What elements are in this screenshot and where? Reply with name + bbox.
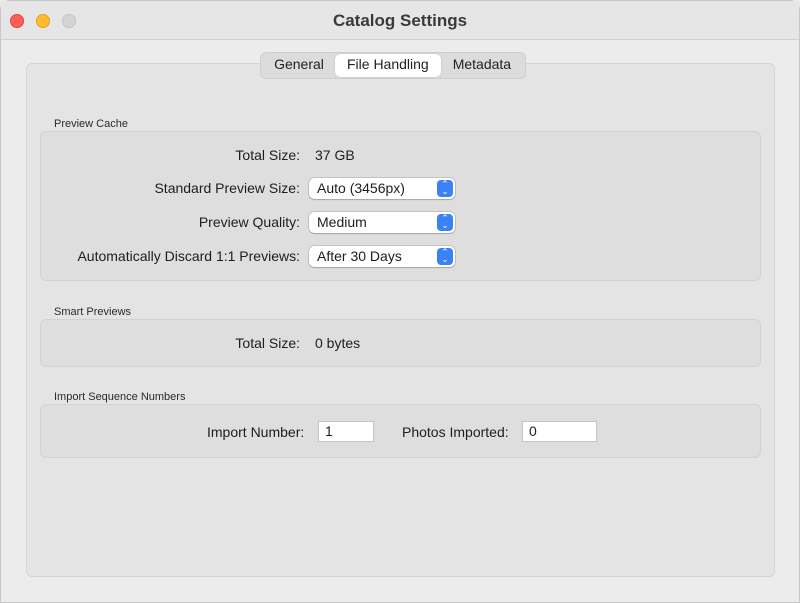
import-sequence-section-label: Import Sequence Numbers xyxy=(54,391,186,403)
title-bar[interactable]: Catalog Settings xyxy=(1,1,799,40)
preview-cache-total-size-label: Total Size: xyxy=(235,147,300,163)
photos-imported-field[interactable]: 0 xyxy=(522,421,597,442)
up-down-chevron-icon: ⌃ ⌄ xyxy=(437,248,453,265)
smart-previews-total-size-label: Total Size: xyxy=(235,335,300,351)
catalog-settings-window: Catalog Settings General File Handling M… xyxy=(0,0,800,603)
tab-metadata[interactable]: Metadata xyxy=(441,54,523,77)
tab-file-handling[interactable]: File Handling xyxy=(335,54,441,77)
discard-previews-label: Automatically Discard 1:1 Previews: xyxy=(77,248,300,264)
discard-previews-select[interactable]: After 30 Days ⌃ ⌄ xyxy=(309,246,455,267)
photos-imported-label: Photos Imported: xyxy=(402,424,509,440)
standard-preview-size-value: Auto (3456px) xyxy=(317,180,405,196)
preview-quality-value: Medium xyxy=(317,214,367,230)
preview-cache-section-label: Preview Cache xyxy=(54,118,128,130)
discard-previews-value: After 30 Days xyxy=(317,248,402,264)
preview-quality-select[interactable]: Medium ⌃ ⌄ xyxy=(309,212,455,233)
smart-previews-group xyxy=(40,319,761,367)
import-number-field[interactable]: 1 xyxy=(318,421,374,442)
up-down-chevron-icon: ⌃ ⌄ xyxy=(437,214,453,231)
preview-quality-label: Preview Quality: xyxy=(198,214,300,230)
import-sequence-group xyxy=(40,404,761,458)
import-number-label: Import Number: xyxy=(207,424,305,440)
window-title: Catalog Settings xyxy=(332,11,468,30)
up-down-chevron-icon: ⌃ ⌄ xyxy=(437,180,453,197)
preview-cache-total-size-value: 37 GB xyxy=(315,147,355,163)
smart-previews-section-label: Smart Previews xyxy=(54,306,132,318)
smart-previews-total-size-value: 0 bytes xyxy=(315,335,361,351)
tab-general[interactable]: General xyxy=(263,54,335,77)
standard-preview-size-select[interactable]: Auto (3456px) ⌃ ⌄ xyxy=(309,178,455,199)
standard-preview-size-label: Standard Preview Size: xyxy=(154,180,300,196)
tab-bar: General File Handling Metadata xyxy=(260,52,527,79)
